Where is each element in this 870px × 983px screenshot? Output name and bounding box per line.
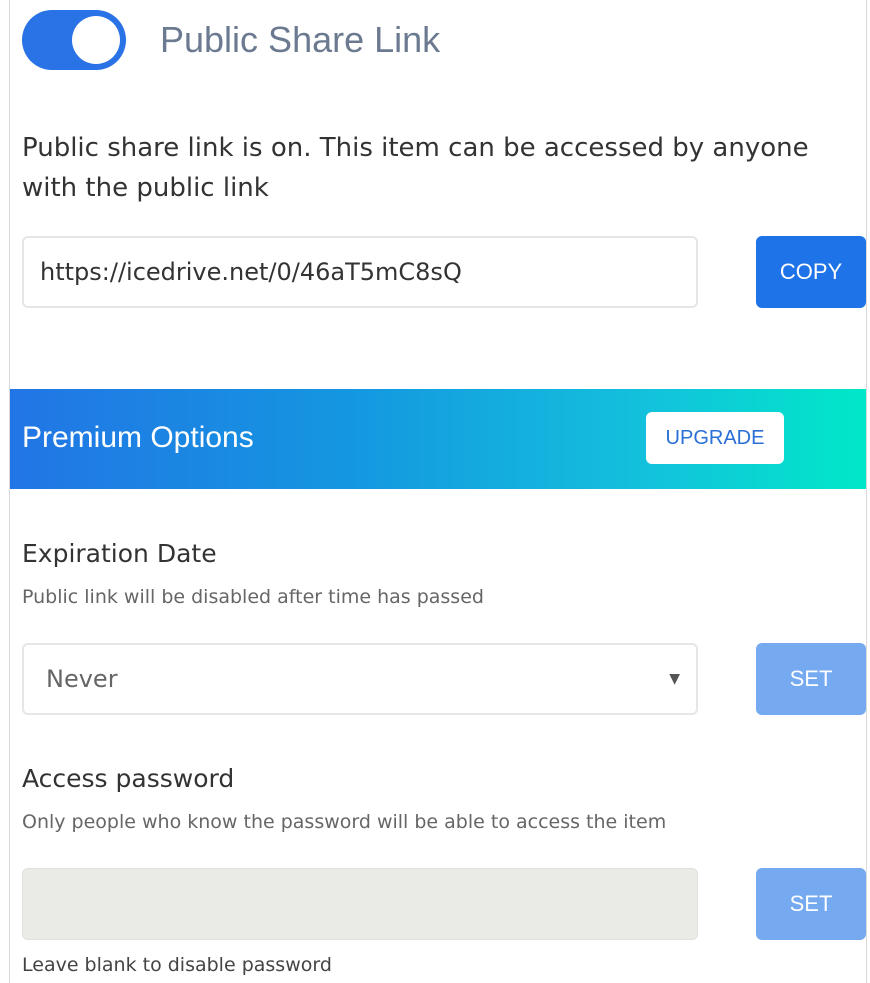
expiration-select[interactable]: Never ▼: [22, 643, 698, 715]
frame-border-right: [866, 0, 867, 983]
chevron-down-icon: ▼: [669, 671, 680, 687]
expiration-selected-value: Never: [46, 665, 118, 693]
toggle-knob: [72, 16, 120, 64]
expiration-subtitle: Public link will be disabled after time …: [22, 586, 484, 608]
password-subtitle: Only people who know the password will b…: [22, 811, 667, 833]
public-link-toggle[interactable]: [22, 10, 126, 70]
frame-border-left: [9, 0, 10, 983]
header-title: Public Share Link: [160, 19, 441, 60]
premium-banner: Premium Options UPGRADE: [10, 389, 866, 489]
password-helper-text: Leave blank to disable password: [22, 954, 332, 976]
set-password-button[interactable]: SET: [756, 868, 866, 940]
premium-title: Premium Options: [22, 421, 254, 454]
expiration-title: Expiration Date: [22, 539, 217, 568]
upgrade-button[interactable]: UPGRADE: [646, 412, 784, 464]
share-link-input[interactable]: https://icedrive.net/0/46aT5mC8sQ: [22, 236, 698, 308]
copy-button[interactable]: COPY: [756, 236, 866, 308]
share-description: Public share link is on. This item can b…: [22, 133, 809, 203]
set-expiration-button[interactable]: SET: [756, 643, 866, 715]
password-title: Access password: [22, 764, 235, 793]
share-header: Public Share Link: [22, 10, 440, 70]
password-input[interactable]: [22, 868, 698, 940]
